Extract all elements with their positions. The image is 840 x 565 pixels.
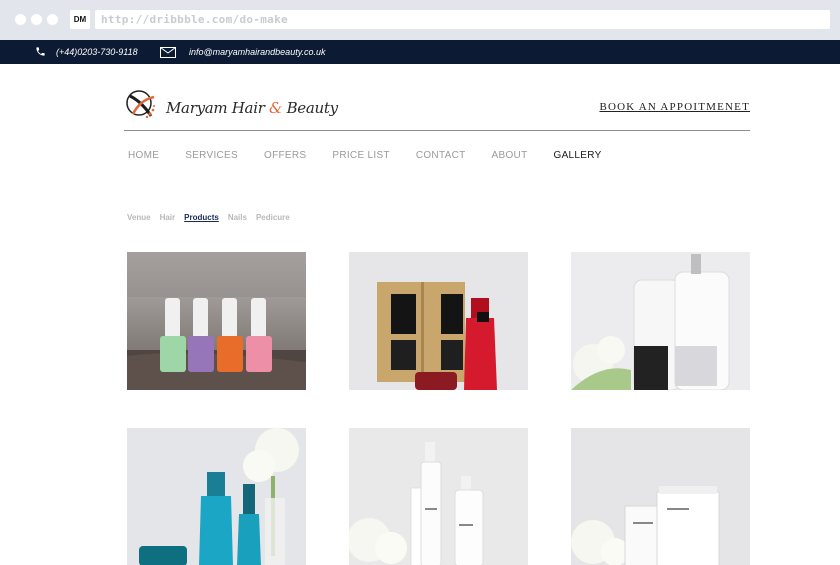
email-address[interactable]: info@maryamhairandbeauty.co.uk bbox=[189, 47, 326, 57]
gallery-image-nail-polish[interactable] bbox=[127, 252, 306, 390]
gallery-image-blue-products[interactable] bbox=[127, 428, 306, 565]
filter-hair[interactable]: Hair bbox=[160, 213, 176, 222]
window-dot-minimize[interactable] bbox=[31, 14, 42, 25]
url-bar[interactable]: http://dribbble.com/do-make bbox=[95, 10, 830, 29]
window-dot-maximize[interactable] bbox=[47, 14, 58, 25]
filter-products[interactable]: Products bbox=[184, 213, 219, 222]
gallery-filters: Venue Hair Products Nails Pedicure bbox=[127, 213, 299, 222]
logo-ampersand: & bbox=[269, 98, 283, 117]
main-nav: HOME SERVICES OFFERS PRICE LIST CONTACT … bbox=[128, 150, 628, 161]
browser-chrome: DM http://dribbble.com/do-make bbox=[0, 0, 840, 40]
window-dot-close[interactable] bbox=[15, 14, 26, 25]
favicon: DM bbox=[70, 10, 90, 29]
filter-venue[interactable]: Venue bbox=[127, 213, 151, 222]
nav-home[interactable]: HOME bbox=[128, 150, 159, 161]
nav-contact[interactable]: CONTACT bbox=[416, 150, 466, 161]
web-page: (+44)0203-730-9118 info@maryamhairandbea… bbox=[0, 40, 840, 565]
site-header: Maryam Hair & Beauty BOOK AN APPOITMENET bbox=[124, 88, 750, 131]
envelope-icon bbox=[160, 47, 176, 60]
gallery-image-cosmetic-box[interactable] bbox=[349, 252, 528, 390]
site-logo[interactable]: Maryam Hair & Beauty bbox=[124, 88, 338, 127]
gallery-image-skincare-bottles[interactable] bbox=[349, 428, 528, 565]
filter-pedicure[interactable]: Pedicure bbox=[256, 213, 290, 222]
logo-text-part-b: Beauty bbox=[282, 98, 339, 117]
phone-icon bbox=[35, 46, 46, 59]
nav-price-list[interactable]: PRICE LIST bbox=[332, 150, 389, 161]
logo-text-part-a: Maryam Hair bbox=[166, 98, 270, 117]
nav-services[interactable]: SERVICES bbox=[185, 150, 238, 161]
contact-bar: (+44)0203-730-9118 info@maryamhairandbea… bbox=[0, 40, 840, 64]
filter-nails[interactable]: Nails bbox=[228, 213, 247, 222]
nav-about[interactable]: ABOUT bbox=[492, 150, 528, 161]
logo-emblem-icon bbox=[124, 88, 158, 127]
book-appointment-link[interactable]: BOOK AN APPOITMENET bbox=[599, 101, 750, 113]
phone-number[interactable]: (+44)0203-730-9118 bbox=[56, 47, 138, 57]
logo-text: Maryam Hair & Beauty bbox=[166, 99, 338, 117]
gallery-image-skincare-tubes[interactable] bbox=[571, 428, 750, 565]
gallery-image-smartbond[interactable] bbox=[571, 252, 750, 390]
window-controls bbox=[15, 14, 58, 25]
nav-gallery[interactable]: GALLERY bbox=[553, 150, 601, 161]
nav-offers[interactable]: OFFERS bbox=[264, 150, 306, 161]
